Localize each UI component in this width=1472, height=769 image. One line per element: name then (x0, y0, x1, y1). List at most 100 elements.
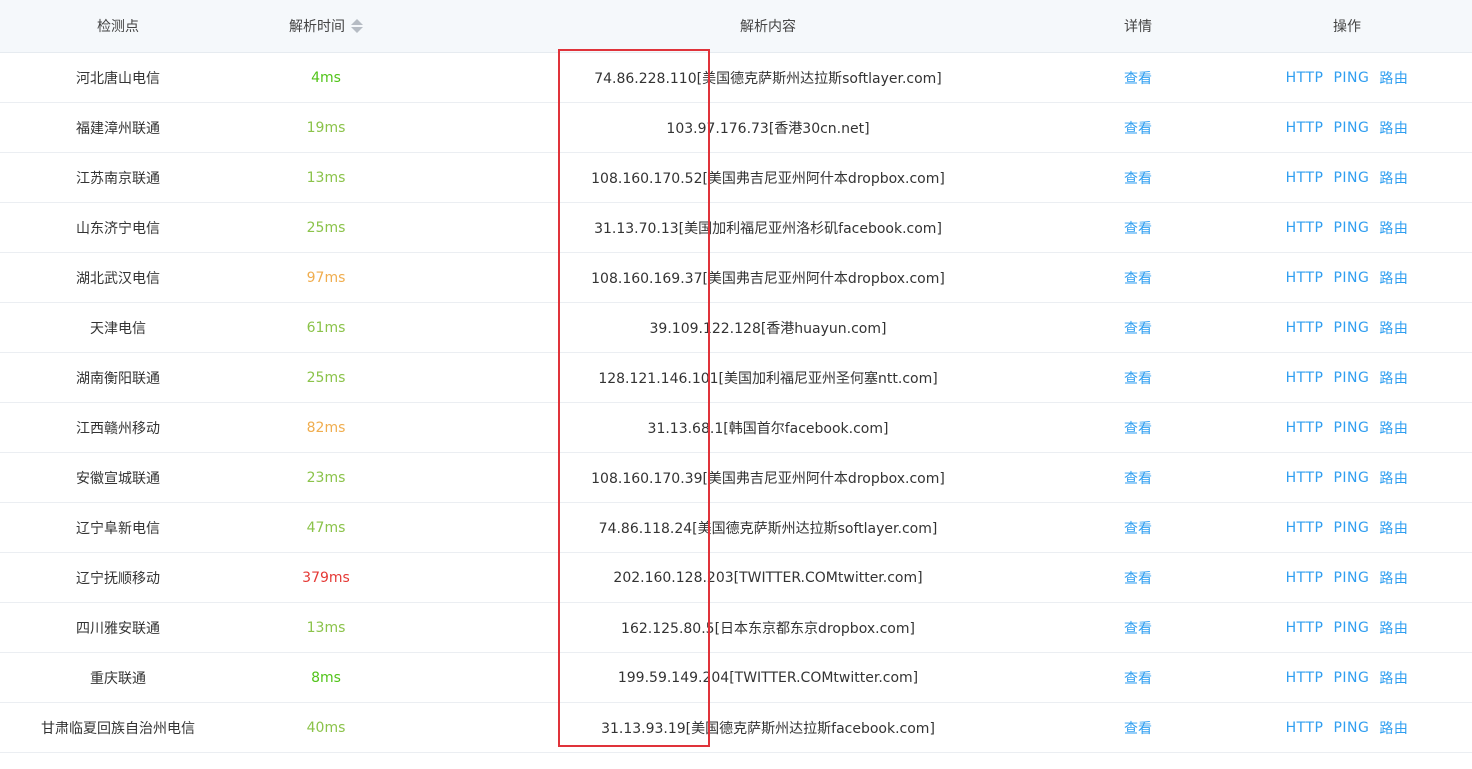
view-link[interactable]: 查看 (1124, 568, 1152, 588)
content-cell: 162.125.80.5[日本东京都东京dropbox.com] (621, 620, 915, 637)
ping-link[interactable]: PING (1333, 370, 1369, 386)
header-content: 解析内容 (740, 19, 796, 35)
detail-cell: 查看 (1090, 403, 1186, 452)
http-link[interactable]: HTTP (1286, 470, 1324, 486)
header-time[interactable]: 解析时间 (236, 0, 416, 52)
route-link[interactable]: 路由 (1379, 418, 1408, 438)
content-cell: 108.160.169.37[美国弗吉尼亚州阿什本dropbox.com] (591, 270, 945, 287)
view-link[interactable]: 查看 (1124, 68, 1152, 88)
time-cell: 379ms (302, 569, 350, 586)
route-link[interactable]: 路由 (1379, 168, 1408, 188)
time-cell: 40ms (306, 719, 346, 736)
view-link[interactable]: 查看 (1124, 118, 1152, 138)
ping-link[interactable]: PING (1333, 70, 1369, 86)
header-detail: 详情 (1124, 19, 1152, 35)
route-link[interactable]: 路由 (1379, 368, 1408, 388)
http-link[interactable]: HTTP (1286, 120, 1324, 136)
ping-link[interactable]: PING (1333, 320, 1369, 336)
ping-link[interactable]: PING (1333, 420, 1369, 436)
http-link[interactable]: HTTP (1286, 720, 1324, 736)
http-link[interactable]: HTTP (1286, 520, 1324, 536)
detail-cell: 查看 (1090, 353, 1186, 402)
route-link[interactable]: 路由 (1379, 68, 1408, 88)
route-link[interactable]: 路由 (1379, 468, 1408, 488)
view-link[interactable]: 查看 (1124, 168, 1152, 188)
ops-cell: HTTP PING 路由 (1240, 403, 1454, 452)
view-link[interactable]: 查看 (1124, 218, 1152, 238)
node-cell: 山东济宁电信 (76, 220, 160, 237)
content-cell: 74.86.118.24[美国德克萨斯州达拉斯softlayer.com] (598, 520, 938, 537)
time-cell: 23ms (306, 469, 346, 486)
view-link[interactable]: 查看 (1124, 668, 1152, 688)
ops-cell: HTTP PING 路由 (1240, 553, 1454, 602)
view-link[interactable]: 查看 (1124, 318, 1152, 338)
sort-icon[interactable] (351, 19, 363, 33)
ping-link[interactable]: PING (1333, 620, 1369, 636)
route-link[interactable]: 路由 (1379, 518, 1408, 538)
view-link[interactable]: 查看 (1124, 418, 1152, 438)
detail-cell: 查看 (1090, 153, 1186, 202)
content-cell: 74.86.228.110[美国德克萨斯州达拉斯softlayer.com] (594, 70, 942, 87)
ping-link[interactable]: PING (1333, 470, 1369, 486)
table-row: 江苏南京联通 13ms 108.160.170.52[美国弗吉尼亚州阿什本dro… (0, 153, 1472, 203)
http-link[interactable]: HTTP (1286, 670, 1324, 686)
route-link[interactable]: 路由 (1379, 218, 1408, 238)
http-link[interactable]: HTTP (1286, 370, 1324, 386)
detail-cell: 查看 (1090, 203, 1186, 252)
content-cell: 31.13.70.13[美国加利福尼亚州洛杉矶facebook.com] (594, 220, 942, 237)
view-link[interactable]: 查看 (1124, 718, 1152, 738)
route-link[interactable]: 路由 (1379, 268, 1408, 288)
view-link[interactable]: 查看 (1124, 268, 1152, 288)
ping-link[interactable]: PING (1333, 170, 1369, 186)
detail-cell: 查看 (1090, 303, 1186, 352)
ping-link[interactable]: PING (1333, 270, 1369, 286)
route-link[interactable]: 路由 (1379, 618, 1408, 638)
table-row: 福建漳州联通 19ms 103.97.176.73[香港30cn.net] 查看… (0, 103, 1472, 153)
view-link[interactable]: 查看 (1124, 618, 1152, 638)
ops-cell: HTTP PING 路由 (1240, 153, 1454, 202)
ping-link[interactable]: PING (1333, 570, 1369, 586)
route-link[interactable]: 路由 (1379, 118, 1408, 138)
table-body: 河北唐山电信 4ms 74.86.228.110[美国德克萨斯州达拉斯softl… (0, 53, 1472, 753)
content-cell: 31.13.68.1[韩国首尔facebook.com] (647, 420, 889, 437)
http-link[interactable]: HTTP (1286, 270, 1324, 286)
view-link[interactable]: 查看 (1124, 518, 1152, 538)
ping-link[interactable]: PING (1333, 120, 1369, 136)
ping-link[interactable]: PING (1333, 220, 1369, 236)
http-link[interactable]: HTTP (1286, 420, 1324, 436)
ping-link[interactable]: PING (1333, 670, 1369, 686)
detail-cell: 查看 (1090, 103, 1186, 152)
node-cell: 甘肃临夏回族自治州电信 (41, 720, 195, 737)
route-link[interactable]: 路由 (1379, 668, 1408, 688)
view-link[interactable]: 查看 (1124, 368, 1152, 388)
detail-cell: 查看 (1090, 553, 1186, 602)
ping-link[interactable]: PING (1333, 720, 1369, 736)
http-link[interactable]: HTTP (1286, 570, 1324, 586)
view-link[interactable]: 查看 (1124, 468, 1152, 488)
ops-cell: HTTP PING 路由 (1240, 353, 1454, 402)
node-cell: 湖北武汉电信 (76, 270, 160, 287)
table-row: 河北唐山电信 4ms 74.86.228.110[美国德克萨斯州达拉斯softl… (0, 53, 1472, 103)
node-cell: 江苏南京联通 (76, 170, 160, 187)
ops-cell: HTTP PING 路由 (1240, 203, 1454, 252)
http-link[interactable]: HTTP (1286, 220, 1324, 236)
time-cell: 82ms (306, 419, 346, 436)
table-row: 安徽宣城联通 23ms 108.160.170.39[美国弗吉尼亚州阿什本dro… (0, 453, 1472, 503)
table-row: 山东济宁电信 25ms 31.13.70.13[美国加利福尼亚州洛杉矶faceb… (0, 203, 1472, 253)
route-link[interactable]: 路由 (1379, 318, 1408, 338)
ping-link[interactable]: PING (1333, 520, 1369, 536)
route-link[interactable]: 路由 (1379, 718, 1408, 738)
route-link[interactable]: 路由 (1379, 568, 1408, 588)
ops-cell: HTTP PING 路由 (1240, 303, 1454, 352)
time-cell: 25ms (306, 219, 346, 236)
http-link[interactable]: HTTP (1286, 320, 1324, 336)
node-cell: 江西赣州移动 (76, 420, 160, 437)
time-cell: 25ms (306, 369, 346, 386)
content-cell: 103.97.176.73[香港30cn.net] (666, 120, 870, 137)
http-link[interactable]: HTTP (1286, 620, 1324, 636)
http-link[interactable]: HTTP (1286, 170, 1324, 186)
ops-cell: HTTP PING 路由 (1240, 703, 1454, 752)
http-link[interactable]: HTTP (1286, 70, 1324, 86)
header-node: 检测点 (97, 19, 139, 35)
node-cell: 湖南衡阳联通 (76, 370, 160, 387)
